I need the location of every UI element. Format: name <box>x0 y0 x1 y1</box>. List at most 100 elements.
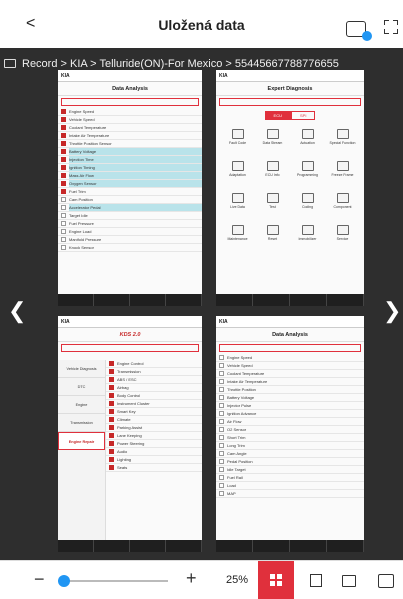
page-thumbnail-1[interactable]: KIA Data Analysis Engine Speed Vehicle Sp… <box>58 70 202 306</box>
checkbox-icon[interactable] <box>109 393 114 398</box>
checkbox-icon[interactable] <box>219 427 224 432</box>
checkbox-icon[interactable] <box>61 117 66 122</box>
list-item[interactable]: Accelerator Pedal <box>58 204 202 212</box>
function-tile[interactable]: Component <box>327 193 358 219</box>
checkbox-icon[interactable] <box>219 443 224 448</box>
list-item[interactable]: Throttle Position Sensor <box>58 140 202 148</box>
document-viewer[interactable]: Record > KIA > Telluride(ON)-For Mexico … <box>0 48 403 560</box>
checkbox-icon[interactable] <box>61 221 66 226</box>
list-item[interactable]: Audio <box>106 448 202 456</box>
function-tile[interactable]: Special Function <box>327 129 358 155</box>
zoom-slider[interactable] <box>58 575 168 587</box>
function-tile[interactable]: Freeze Frame <box>327 161 358 187</box>
list-item[interactable]: Injector Pulse <box>216 402 364 410</box>
list-item[interactable]: Throttle Position <box>216 386 364 394</box>
zoom-in-button[interactable]: + <box>186 568 197 589</box>
list-item[interactable]: Intake Air Temperature <box>216 378 364 386</box>
checkbox-icon[interactable] <box>219 387 224 392</box>
page-thumbnail-4[interactable]: KIA Data Analysis Engine Speed Vehicle Sp… <box>216 316 364 552</box>
function-tile[interactable]: Adaptation <box>222 161 253 187</box>
function-tile[interactable]: Immobilizer <box>292 225 323 251</box>
checkbox-icon[interactable] <box>219 355 224 360</box>
function-tile[interactable]: ECU Info <box>257 161 288 187</box>
checkbox-icon[interactable] <box>109 425 114 430</box>
checkbox-icon[interactable] <box>219 403 224 408</box>
sidebar-item[interactable]: Engine Repair <box>58 432 105 450</box>
list-item[interactable]: Ignition Timing <box>58 164 202 172</box>
checkbox-icon[interactable] <box>109 457 114 462</box>
checkbox-icon[interactable] <box>219 451 224 456</box>
list-item[interactable]: Body Control <box>106 392 202 400</box>
checkbox-icon[interactable] <box>219 371 224 376</box>
list-item[interactable]: Battery Voltage <box>216 394 364 402</box>
checkbox-icon[interactable] <box>109 433 114 438</box>
checkbox-icon[interactable] <box>109 401 114 406</box>
list-item[interactable]: O2 Sensor <box>216 426 364 434</box>
list-item[interactable]: Intake Air Temperature <box>58 132 202 140</box>
list-item[interactable]: Parking Assist <box>106 424 202 432</box>
checkbox-icon[interactable] <box>219 483 224 488</box>
next-page-icon[interactable]: ❯ <box>383 298 401 324</box>
checkbox-icon[interactable] <box>109 377 114 382</box>
list-item[interactable]: Engine Speed <box>216 354 364 362</box>
print-icon[interactable] <box>378 574 394 588</box>
sidebar-item[interactable]: Transmission <box>58 414 105 432</box>
grid-layout-button[interactable] <box>258 561 294 599</box>
function-tile[interactable]: Programming <box>292 161 323 187</box>
checkbox-icon[interactable] <box>219 467 224 472</box>
list-item[interactable]: Short Trim <box>216 434 364 442</box>
single-page-icon[interactable] <box>310 574 322 587</box>
checkbox-icon[interactable] <box>61 165 66 170</box>
list-item[interactable]: Coolant Temperature <box>58 124 202 132</box>
list-item[interactable]: Fuel Pressure <box>58 220 202 228</box>
list-item[interactable]: Coolant Temperature <box>216 370 364 378</box>
checkbox-icon[interactable] <box>61 181 66 186</box>
checkbox-icon[interactable] <box>61 173 66 178</box>
checkbox-icon[interactable] <box>61 149 66 154</box>
checkbox-icon[interactable] <box>109 441 114 446</box>
list-item[interactable]: Engine Control <box>106 360 202 368</box>
checkbox-icon[interactable] <box>61 245 66 250</box>
fullscreen-icon[interactable] <box>384 20 398 34</box>
checkbox-icon[interactable] <box>219 435 224 440</box>
list-item[interactable]: MAP <box>216 490 364 498</box>
list-item[interactable]: Airbag <box>106 384 202 392</box>
checkbox-icon[interactable] <box>109 385 114 390</box>
list-item[interactable]: Air Flow <box>216 418 364 426</box>
list-item[interactable]: Seats <box>106 464 202 472</box>
list-item[interactable]: Transmission <box>106 368 202 376</box>
checkbox-icon[interactable] <box>109 409 114 414</box>
checkbox-icon[interactable] <box>61 109 66 114</box>
list-item[interactable]: Fuel Rail <box>216 474 364 482</box>
checkbox-icon[interactable] <box>219 379 224 384</box>
checkbox-icon[interactable] <box>109 417 114 422</box>
checkbox-icon[interactable] <box>109 465 114 470</box>
list-item[interactable]: Smart Key <box>106 408 202 416</box>
checkbox-icon[interactable] <box>61 125 66 130</box>
list-item[interactable]: Lighting <box>106 456 202 464</box>
page-thumbnail-3[interactable]: KIA KDS 2.0 Vehicle Diagnosis DTC Engine Tr… <box>58 316 202 552</box>
checkbox-icon[interactable] <box>109 361 114 366</box>
list-item[interactable]: Manifold Pressure <box>58 236 202 244</box>
list-item[interactable]: Pedal Position <box>216 458 364 466</box>
list-item[interactable]: Battery Voltage <box>58 148 202 156</box>
sidebar-item[interactable]: Vehicle Diagnosis <box>58 360 105 378</box>
checkbox-icon[interactable] <box>61 205 66 210</box>
checkbox-icon[interactable] <box>219 411 224 416</box>
list-item[interactable]: Ignition Advance <box>216 410 364 418</box>
list-item[interactable]: Oxygen Sensor <box>58 180 202 188</box>
zoom-out-button[interactable]: − <box>34 569 45 590</box>
function-tile[interactable]: Coding <box>292 193 323 219</box>
checkbox-icon[interactable] <box>61 229 66 234</box>
function-tile[interactable]: Test <box>257 193 288 219</box>
list-item[interactable]: Long Trim <box>216 442 364 450</box>
checkbox-icon[interactable] <box>61 189 66 194</box>
function-tile[interactable]: Actuation <box>292 129 323 155</box>
function-tile[interactable]: Live Data <box>222 193 253 219</box>
checkbox-icon[interactable] <box>61 141 66 146</box>
checkbox-icon[interactable] <box>109 449 114 454</box>
list-item[interactable]: Engine Speed <box>58 108 202 116</box>
checkbox-icon[interactable] <box>219 475 224 480</box>
sidebar-item[interactable]: DTC <box>58 378 105 396</box>
list-item[interactable]: Climate <box>106 416 202 424</box>
